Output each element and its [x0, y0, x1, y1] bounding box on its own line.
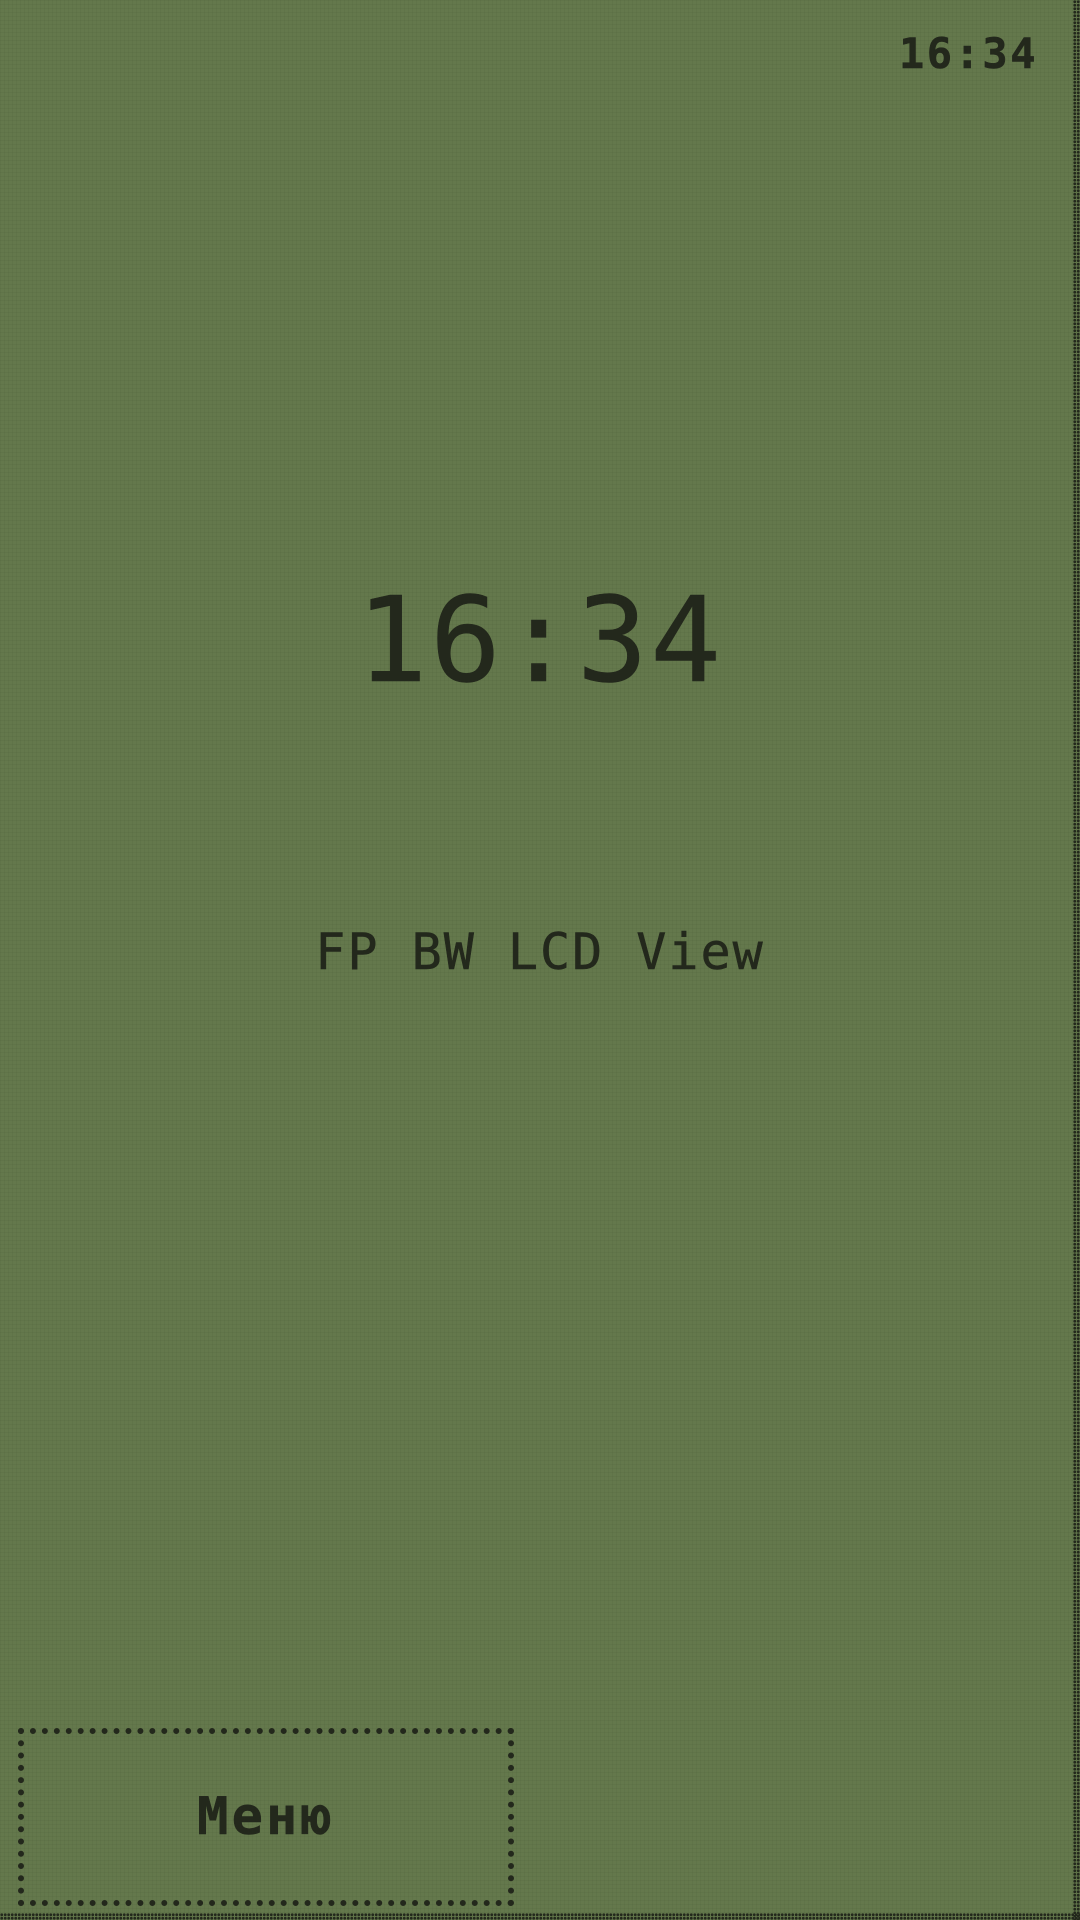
- lcd-screen: 16:34 16:34 FP BW LCD View Меню: [0, 0, 1080, 1920]
- menu-softkey-button[interactable]: Меню: [18, 1728, 514, 1906]
- status-bar-time: 16:34: [898, 29, 1038, 78]
- home-subtitle: FP BW LCD View: [315, 923, 765, 982]
- home-clock: 16:34: [356, 571, 724, 709]
- lcd-frame-bottom-edge: [0, 1913, 1080, 1920]
- lcd-frame-right-edge: [1073, 0, 1080, 1920]
- menu-softkey-label: Меню: [197, 1787, 335, 1848]
